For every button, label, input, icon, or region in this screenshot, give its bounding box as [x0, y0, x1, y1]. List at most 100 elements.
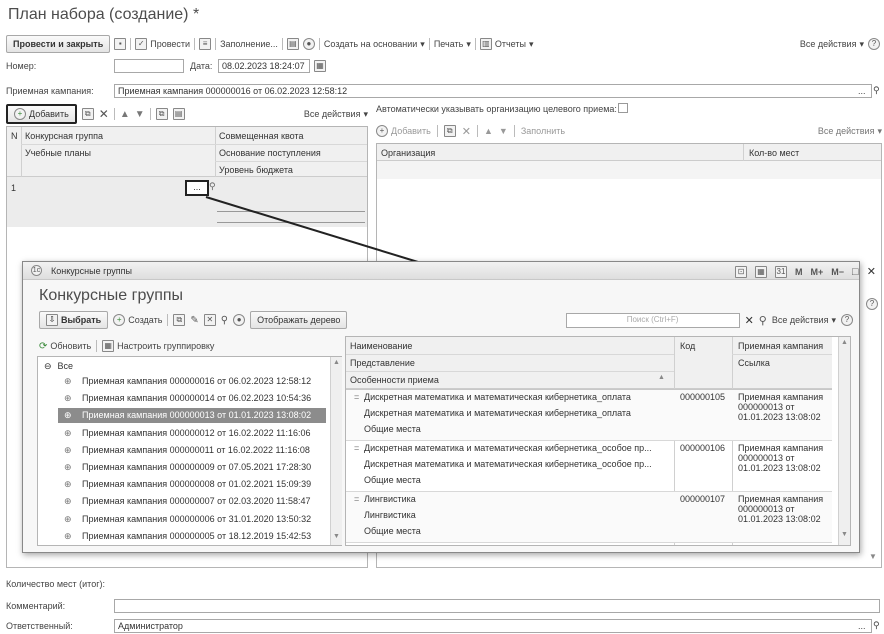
table-row[interactable]: = Дискретная математика и математическая …: [346, 390, 832, 441]
expand-icon[interactable]: ⊕: [64, 512, 72, 527]
row-view: Дискретная математика и математическая к…: [364, 459, 652, 469]
tree-item-campaign[interactable]: ⊕ Приемная кампания 000000006 от 31.01.20…: [58, 512, 326, 527]
scroll-down-icon[interactable]: ▼: [333, 533, 340, 540]
maximize-icon[interactable]: □: [852, 266, 859, 278]
close-icon[interactable]: ✕: [867, 265, 876, 278]
col-name-header: Наименование: [350, 341, 413, 351]
create-button[interactable]: + Создать: [113, 314, 162, 326]
calculator-icon[interactable]: ▦: [755, 265, 767, 278]
expand-icon[interactable]: ⊕: [64, 529, 72, 544]
separator: [167, 314, 169, 326]
tree-item-label: Приемная кампания 000000012 от 16.02.202…: [82, 427, 311, 438]
scroll-down-icon[interactable]: ▼: [841, 531, 848, 538]
search-input[interactable]: Поиск (Ctrl+F): [565, 312, 740, 328]
dialog-titlebar: 1с Конкурсные группы ⊡ ▦ 31 M M+ M− □ ✕: [23, 262, 876, 280]
row-campaign: 01.01.2023 13:08:02: [738, 514, 821, 524]
select-label: Выбрать: [61, 315, 102, 325]
tree-item-label: Приемная кампания 000000006 от 31.01.202…: [82, 513, 312, 524]
memory-minus-button[interactable]: M−: [831, 267, 844, 277]
grouping-button[interactable]: ▦ Настроить группировку: [102, 340, 214, 352]
scroll-up-icon[interactable]: ▲: [333, 359, 340, 366]
col-code-header: Код: [680, 341, 696, 351]
dialog-all-actions-label: Все действия: [771, 315, 829, 325]
tree-item-campaign[interactable]: ⊕ Приемная кампания 000000012 от 16.02.20…: [58, 426, 326, 441]
table-row[interactable]: = Лингвистика Лингвистика Общие места 000000…: [346, 492, 832, 543]
tree-item-campaign[interactable]: ⊕ Приемная кампания 000000007 от 02.03.20…: [58, 494, 326, 509]
tree-item-campaign[interactable]: ⊕ Приемная кампания 000000016 от 06.02.20…: [58, 374, 326, 389]
row-code: 000000105: [680, 392, 726, 402]
row-view: Лингвистика: [364, 510, 416, 520]
expand-icon[interactable]: ⊕: [64, 426, 72, 441]
memory-plus-button[interactable]: M+: [811, 267, 824, 277]
select-icon: ⇩: [46, 314, 58, 326]
expand-icon[interactable]: ⊕: [64, 494, 72, 509]
row-code: 000000107: [680, 494, 726, 504]
expand-icon[interactable]: ⊕: [64, 477, 72, 492]
tree-item-campaign[interactable]: ⊕ Приемная кампания 000000008 от 01.02.20…: [58, 477, 326, 492]
tree-item-campaign[interactable]: ⊕ Приемная кампания 000000009 от 07.05.20…: [58, 460, 326, 475]
expand-icon[interactable]: ⊕: [64, 374, 72, 389]
memory-m-button[interactable]: M: [795, 267, 803, 277]
sort-icon[interactable]: ▲: [658, 374, 665, 381]
tree-root-label: Все: [57, 361, 74, 371]
help-icon[interactable]: ?: [841, 314, 853, 326]
separator: [96, 340, 98, 352]
expand-icon[interactable]: ⊕: [64, 443, 72, 458]
tree-item-label: Приемная кампания 000000016 от 06.02.202…: [82, 376, 312, 386]
print-icon[interactable]: ●: [233, 314, 246, 326]
mark-delete-icon[interactable]: ✕: [203, 314, 216, 326]
grouping-icon: ▦: [102, 340, 115, 352]
tree-item-campaign[interactable]: ⊕ Приемная кампания 000000005 от 18.12.20…: [58, 529, 326, 544]
row-code: 000000106: [680, 443, 726, 453]
tree-scrollbar[interactable]: [330, 357, 342, 545]
scroll-up-icon[interactable]: ▲: [841, 339, 848, 346]
row-campaign: 01.01.2023 13:08:02: [738, 412, 821, 422]
dialog-all-actions-menu[interactable]: Все действия ▾: [772, 315, 836, 326]
row-name: Дискретная математика и математическая к…: [364, 443, 652, 453]
expand-icon[interactable]: ⊕: [64, 391, 72, 406]
refresh-icon: ⟳: [39, 340, 48, 352]
help-icon[interactable]: ?: [866, 298, 878, 310]
copy-icon[interactable]: ⧉: [173, 314, 186, 326]
collapse-icon[interactable]: ⊖: [44, 361, 52, 371]
expand-icon[interactable]: ⊕: [64, 460, 72, 475]
row-divider: [346, 542, 832, 543]
tree-item-label: Приемная кампания 000000009 от 07.05.202…: [82, 462, 312, 472]
chevron-down-icon: ▾: [831, 314, 836, 325]
col-link-header: Ссылка: [738, 358, 770, 368]
row-name: Лингвистика: [364, 494, 416, 504]
tree-root[interactable]: ⊖ Все: [44, 359, 73, 374]
row-view: Дискретная математика и математическая к…: [364, 408, 631, 418]
tree-item-campaign[interactable]: ⊕ Приемная кампания 000000014 от 06.02.20…: [58, 391, 326, 406]
tree-item-label: Приемная кампания 000000008 от 01.02.202…: [82, 479, 312, 490]
col-features-header: Особенности приема: [350, 375, 439, 385]
search-icon[interactable]: ⚲: [759, 314, 767, 327]
row-name: Дискретная математика и математическая к…: [364, 392, 631, 402]
tree-item-campaign[interactable]: ⊕ Приемная кампания 000000013 от 01.01.20…: [58, 408, 326, 424]
dialog-window-title: Конкурсные группы: [51, 266, 133, 276]
app-logo-icon: 1с: [31, 265, 42, 276]
tree-item-label: Приемная кампания 000000011 от 16.02.202…: [82, 444, 310, 455]
show-tree-toggle[interactable]: Отображать дерево: [250, 311, 348, 329]
find-icon[interactable]: ⚲: [221, 315, 228, 326]
competition-groups-dialog: 1с Конкурсные группы ⊡ ▦ 31 M M+ M− □ ✕ …: [22, 261, 876, 553]
select-button[interactable]: ⇩ Выбрать: [39, 311, 109, 329]
create-label: Создать: [128, 315, 163, 325]
calendar-icon[interactable]: 31: [775, 265, 787, 278]
add-icon: +: [113, 314, 126, 326]
row-features: Общие места: [364, 475, 421, 485]
refresh-button[interactable]: ⟳ Обновить: [39, 341, 91, 352]
link-icon[interactable]: ⊡: [735, 265, 747, 278]
clear-search-icon[interactable]: ✕: [745, 314, 754, 327]
tree-item-label: Приемная кампания 000000013 от 01.01.202…: [82, 410, 312, 421]
list-scrollbar[interactable]: [838, 337, 850, 545]
expand-icon[interactable]: ⊕: [64, 408, 72, 423]
tree-item-label: Приемная кампания 000000007 от 02.03.202…: [82, 496, 311, 507]
edit-icon[interactable]: ✎: [190, 315, 198, 326]
grouping-label: Настроить группировку: [117, 341, 215, 351]
tree-item-label: Приемная кампания 000000014 от 06.02.202…: [82, 393, 312, 404]
groups-list: Наименование Представление Особенности п…: [345, 336, 851, 546]
tree-item-campaign[interactable]: ⊕ Приемная кампания 000000011 от 16.02.20…: [58, 443, 326, 458]
row-features: Общие места: [364, 424, 421, 434]
table-row[interactable]: = Дискретная математика и математическая …: [346, 441, 832, 492]
